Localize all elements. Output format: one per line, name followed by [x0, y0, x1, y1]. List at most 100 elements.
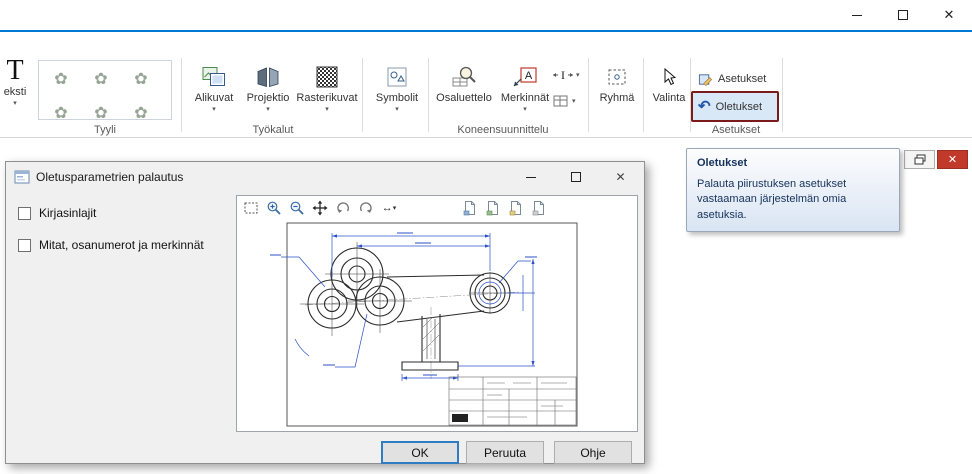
ok-button[interactable]: OK: [381, 441, 459, 464]
pan-button[interactable]: [311, 199, 329, 217]
page-icon: [462, 200, 478, 216]
oletukset-label: Oletukset: [716, 101, 762, 113]
close-icon: ✕: [615, 170, 625, 184]
checkbox-box[interactable]: [18, 207, 31, 220]
table-tool-button[interactable]: ▾: [552, 94, 576, 108]
zoom-out-button[interactable]: [288, 199, 306, 217]
style-swatch[interactable]: ✿: [91, 103, 111, 120]
page-icon: [485, 200, 501, 216]
style-swatch[interactable]: ✿: [51, 103, 71, 120]
page-icon: [508, 200, 524, 216]
group-separator: [428, 58, 429, 132]
checkbox-kirjasinlajit[interactable]: Kirjasinlajit: [18, 206, 96, 220]
valinta-label: Valinta: [648, 92, 690, 105]
checkbox-box[interactable]: [18, 239, 31, 252]
pan-horizontal-button[interactable]: ↔▾: [380, 199, 398, 217]
style-swatch[interactable]: ✿: [131, 69, 151, 89]
asetukset-button[interactable]: Asetukset: [694, 68, 778, 90]
style-swatch[interactable]: ✿: [51, 69, 71, 89]
style-gallery[interactable]: ✿ ✿ ✿ ✿ ✿ ✿: [38, 60, 172, 120]
help-button-dialog[interactable]: Ohje: [554, 441, 632, 464]
cancel-label: Peruuta: [484, 446, 526, 460]
maximize-icon: [898, 10, 908, 20]
osaluettelo-label: Osaluettelo: [434, 92, 494, 105]
text-spacing-button[interactable]: I ▾: [552, 68, 580, 82]
dialog-icon: [14, 169, 30, 185]
osaluettelo-button[interactable]: Osaluettelo: [434, 62, 494, 105]
dialog-caption-buttons: ✕: [508, 163, 643, 191]
chevron-down-icon: ▾: [576, 71, 580, 79]
text-spacing-icon: I: [552, 68, 574, 82]
page-tool-4-button[interactable]: [530, 199, 548, 217]
merkinnat-label: Merkinnät: [498, 92, 552, 105]
rotate-right-icon: [358, 200, 374, 216]
teksti-icon: T: [0, 56, 30, 86]
rasterikuvat-button[interactable]: Rasterikuvat ▾: [296, 62, 358, 114]
rasterikuvat-label: Rasterikuvat: [296, 92, 358, 105]
chevron-down-icon: ▾: [296, 105, 358, 114]
oletusparametrien-palautus-dialog: Oletusparametrien palautus ✕ Kirjasinlaj…: [5, 161, 645, 464]
ribbon: T eksti ▾ ✿ ✿ ✿ ✿ ✿ ✿ Alikuvat ▾: [0, 32, 972, 138]
zoom-in-icon: [266, 200, 282, 216]
cancel-button[interactable]: Peruuta: [466, 441, 544, 464]
checkbox-label: Mitat, osanumerot ja merkinnät: [39, 238, 204, 252]
preview-toolbar: ↔▾: [237, 196, 637, 219]
teksti-button[interactable]: T eksti ▾: [0, 56, 30, 108]
chevron-down-icon: ▾: [0, 99, 30, 108]
minimize-icon: [852, 15, 862, 16]
annotation-letter: A: [525, 70, 533, 82]
arrow-left-right-icon: ↔: [382, 202, 393, 214]
style-swatch[interactable]: ✿: [91, 69, 111, 89]
drawing-preview: [237, 219, 637, 432]
dialog-titlebar[interactable]: Oletusparametrien palautus ✕: [6, 162, 644, 192]
restore-icon: [914, 154, 926, 165]
cursor-icon: [648, 62, 690, 92]
projektio-button[interactable]: Projektio ▾: [242, 62, 294, 114]
merkinnat-button[interactable]: A Merkinnät ▾: [498, 62, 552, 114]
symbolit-label: Symbolit: [370, 92, 424, 105]
maximize-button[interactable]: [880, 0, 926, 30]
alikuvat-button[interactable]: Alikuvat ▾: [188, 62, 240, 114]
dialog-minimize-button[interactable]: [508, 163, 553, 191]
dialog-close-button[interactable]: ✕: [598, 163, 643, 191]
chevron-down-icon: ▾: [498, 105, 552, 114]
minimize-button[interactable]: [834, 0, 880, 30]
settings-icon: [698, 72, 713, 87]
page-tool-1-button[interactable]: [461, 199, 479, 217]
chevron-down-icon: ▾: [188, 105, 240, 114]
technical-drawing: [237, 219, 637, 432]
help-label: Ohje: [580, 446, 605, 460]
next-view-button[interactable]: [357, 199, 375, 217]
minimize-icon: [526, 177, 536, 178]
tooltip-title: Oletukset: [697, 157, 889, 169]
page-tool-2-button[interactable]: [484, 199, 502, 217]
previous-view-button[interactable]: [334, 199, 352, 217]
asetukset-label: Asetukset: [718, 73, 766, 85]
parts-list-icon: [434, 62, 494, 92]
valinta-button[interactable]: Valinta: [648, 62, 690, 105]
dialog-title: Oletusparametrien palautus: [36, 170, 183, 184]
table-tool-icon: [552, 94, 570, 108]
zoom-out-icon: [289, 200, 305, 216]
style-swatch[interactable]: ✿: [131, 103, 151, 120]
close-button[interactable]: ✕: [926, 0, 972, 30]
window-titlebar[interactable]: ✕: [0, 0, 972, 30]
zoom-in-button[interactable]: [265, 199, 283, 217]
text-tool-letter: I: [561, 68, 565, 82]
marquee-icon: [243, 200, 259, 216]
group-label-koneensuunnittelu: Koneensuunnittelu: [428, 124, 578, 136]
subpictures-icon: [188, 62, 240, 92]
ryhma-button[interactable]: Ryhmä: [594, 62, 640, 105]
chevron-down-icon: ▾: [572, 97, 576, 105]
symbolit-button[interactable]: Symbolit ▾: [370, 62, 424, 114]
dialog-maximize-button[interactable]: [553, 163, 598, 191]
page-tool-3-button[interactable]: [507, 199, 525, 217]
chevron-down-icon: ▾: [242, 105, 294, 114]
checkbox-mitat[interactable]: Mitat, osanumerot ja merkinnät: [18, 238, 204, 252]
oletukset-button[interactable]: ↶ Oletukset: [691, 91, 779, 122]
document-close-button[interactable]: ✕: [937, 150, 968, 169]
marquee-select-button[interactable]: [242, 199, 260, 217]
rotate-left-icon: [335, 200, 351, 216]
document-restore-button[interactable]: [904, 150, 935, 169]
ok-label: OK: [411, 446, 428, 460]
